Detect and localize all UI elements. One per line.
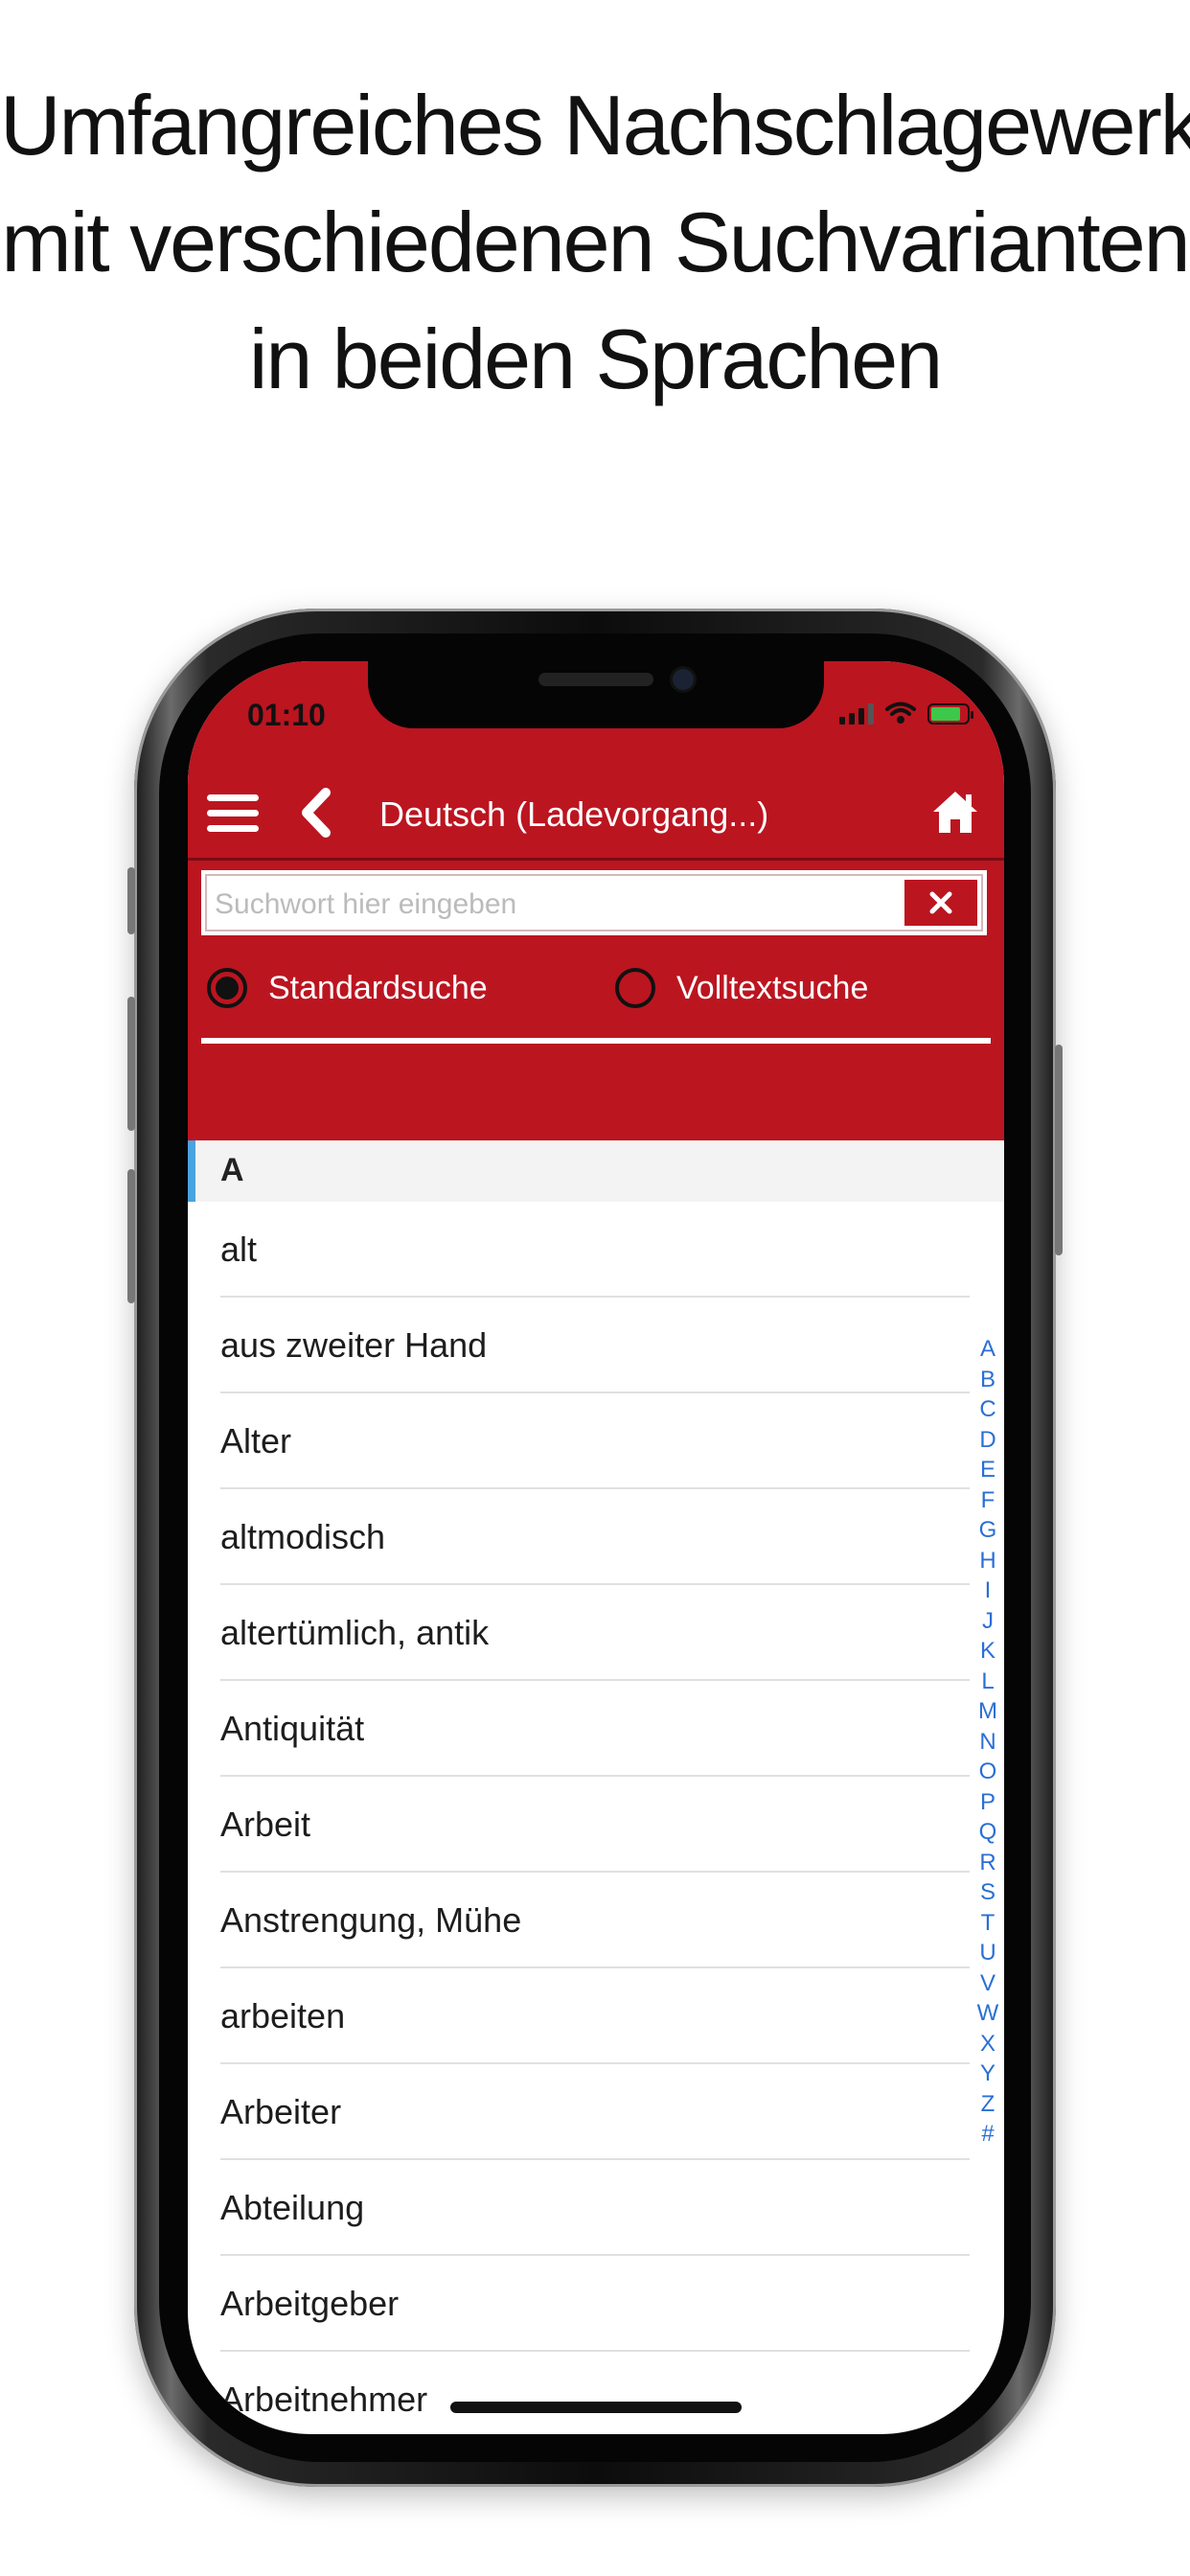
close-icon <box>929 891 952 914</box>
index-letter[interactable]: Q <box>979 1817 997 1848</box>
entry-text: aus zweiter Hand <box>220 1325 488 1365</box>
speaker-grille <box>538 673 653 686</box>
entry-list: alt aus zweiter Hand Alter altmodisch al… <box>188 1202 1004 2434</box>
home-indicator[interactable] <box>450 2402 742 2413</box>
radio-volltextsuche-label: Volltextsuche <box>676 969 869 1006</box>
status-time: 01:10 <box>247 698 326 732</box>
entry-text: Arbeitnehmer <box>220 2380 428 2419</box>
promo-headline: Umfangreiches Nachschlagewerk mit versch… <box>0 67 1190 418</box>
volume-up-button <box>127 997 135 1131</box>
list-item[interactable]: Arbeitgeber <box>188 2256 1004 2352</box>
entry-text: altertümlich, antik <box>220 1613 490 1652</box>
headline-line-1: Umfangreiches Nachschlagewerk <box>0 78 1190 172</box>
index-letter[interactable]: Y <box>980 2058 995 2089</box>
mute-switch <box>127 867 135 934</box>
index-letter[interactable]: V <box>980 1968 995 1999</box>
entry-text: Abteilung <box>220 2188 365 2227</box>
header-underline <box>201 1038 991 1044</box>
cellular-signal-icon <box>839 703 874 724</box>
radio-volltextsuche[interactable]: Volltextsuche <box>615 968 868 1008</box>
power-button <box>1055 1045 1063 1255</box>
hamburger-menu-icon[interactable] <box>207 791 259 835</box>
clear-search-button[interactable] <box>904 880 977 926</box>
wifi-icon <box>885 702 916 724</box>
index-letter[interactable]: Z <box>981 2089 995 2120</box>
index-letter[interactable]: U <box>979 1938 995 1968</box>
search-mode-group: Standardsuche Volltextsuche <box>188 968 1004 1025</box>
index-letter[interactable]: E <box>980 1455 995 1485</box>
index-letter[interactable]: F <box>981 1485 995 1516</box>
index-letter[interactable]: S <box>980 1877 995 1908</box>
index-letter[interactable]: C <box>979 1394 995 1425</box>
index-letter[interactable]: B <box>980 1365 995 1395</box>
index-letter[interactable]: R <box>979 1848 995 1878</box>
radio-checked-icon <box>207 968 247 1008</box>
list-item[interactable]: altertümlich, antik <box>188 1585 1004 1681</box>
section-header: A <box>188 1140 1004 1202</box>
list-item[interactable]: Alter <box>188 1393 1004 1489</box>
list-item[interactable]: aus zweiter Hand <box>188 1298 1004 1393</box>
entry-text: Alter <box>220 1421 292 1460</box>
index-letter[interactable]: D <box>979 1425 995 1456</box>
index-letter[interactable]: G <box>979 1515 997 1546</box>
list-item[interactable]: Arbeitnehmer <box>188 2352 1004 2434</box>
navigation-bar: Deutsch (Ladevorgang...) <box>188 771 1004 858</box>
nav-title: Deutsch (Ladevorgang...) <box>379 794 769 834</box>
nav-divider <box>188 858 1004 861</box>
list-item[interactable]: alt <box>188 1202 1004 1298</box>
volume-down-button <box>127 1169 135 1303</box>
entry-text: Antiquität <box>220 1709 365 1748</box>
entry-text: Arbeitgeber <box>220 2284 400 2323</box>
search-box <box>201 870 987 935</box>
entry-text: altmodisch <box>220 1517 386 1556</box>
index-letter[interactable]: X <box>980 2029 995 2059</box>
chevron-left-icon[interactable] <box>295 787 337 839</box>
front-camera <box>673 669 694 690</box>
radio-standardsuche-label: Standardsuche <box>268 969 488 1006</box>
entry-text: alt <box>220 1230 258 1269</box>
list-item[interactable]: Arbeiter <box>188 2064 1004 2160</box>
battery-icon <box>927 703 973 724</box>
section-letter: A <box>220 1152 244 1188</box>
home-icon[interactable] <box>929 787 981 839</box>
list-item[interactable]: Arbeit <box>188 1777 1004 1873</box>
radio-unchecked-icon <box>615 968 655 1008</box>
index-letter[interactable]: K <box>980 1636 995 1667</box>
list-item[interactable]: Anstrengung, Mühe <box>188 1873 1004 1968</box>
index-letter[interactable]: M <box>978 1696 997 1727</box>
index-letter[interactable]: P <box>980 1787 995 1818</box>
list-item[interactable]: Abteilung <box>188 2160 1004 2256</box>
notch <box>368 661 824 728</box>
radio-standardsuche[interactable]: Standardsuche <box>207 968 488 1008</box>
index-letter[interactable]: H <box>979 1546 995 1576</box>
index-letter[interactable]: T <box>981 1908 995 1939</box>
index-letter[interactable]: A <box>980 1334 995 1365</box>
index-letter[interactable]: L <box>981 1667 994 1697</box>
index-letter[interactable]: N <box>979 1727 995 1758</box>
app-screen: 01:10 Deutsch (Ladevorgang...) Suchwort … <box>188 661 1004 2434</box>
alphabet-index[interactable]: A B C D E F G H I J K L M N O P Q R S T … <box>972 1334 1004 2150</box>
index-letter[interactable]: # <box>981 2119 994 2150</box>
section-accent-bar <box>188 1140 195 1202</box>
index-letter[interactable]: W <box>977 1998 999 2029</box>
entry-text: arbeiten <box>220 1996 346 2036</box>
list-item[interactable]: altmodisch <box>188 1489 1004 1585</box>
status-icons <box>839 700 973 724</box>
index-letter[interactable]: O <box>979 1757 997 1787</box>
entry-text: Arbeit <box>220 1805 311 1844</box>
entry-text: Anstrengung, Mühe <box>220 1900 522 1940</box>
index-letter[interactable]: J <box>982 1606 994 1637</box>
search-input[interactable] <box>213 880 887 930</box>
list-item[interactable]: arbeiten <box>188 1968 1004 2064</box>
list-item[interactable]: Antiquität <box>188 1681 1004 1777</box>
headline-line-3: in beiden Sprachen <box>248 311 943 406</box>
entry-text: Arbeiter <box>220 2092 342 2131</box>
index-letter[interactable]: I <box>985 1576 992 1606</box>
headline-line-2: mit verschiedenen Suchvarianten <box>1 195 1190 289</box>
